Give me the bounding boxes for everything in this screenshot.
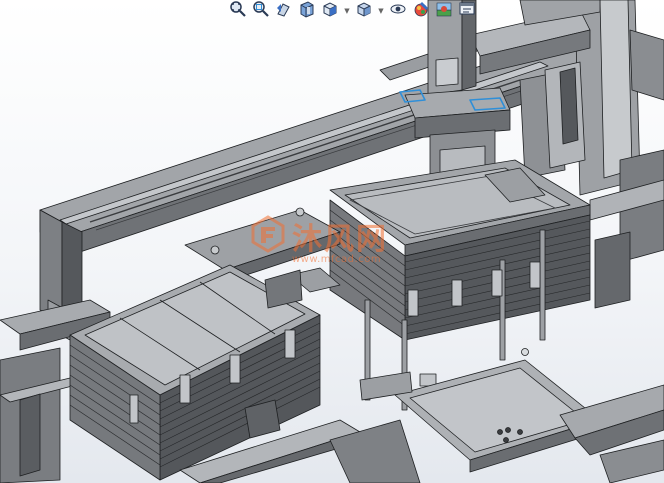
display-style-button[interactable] (354, 1, 374, 21)
hide-show-items-button[interactable] (388, 1, 408, 21)
display-style-icon (355, 0, 373, 22)
previous-view-icon (275, 0, 293, 22)
apply-scene-button[interactable] (434, 1, 454, 21)
section-view-icon (298, 0, 316, 22)
zoom-to-fit-button[interactable] (228, 1, 248, 21)
chevron-down-icon: ▼ (378, 7, 384, 15)
edit-appearance-button[interactable] (411, 1, 431, 21)
view-orientation-dropdown[interactable]: ▼ (343, 1, 351, 21)
view-orientation-button[interactable] (320, 1, 340, 21)
center-tray-stack (329, 159, 591, 411)
zoom-to-area-icon (252, 0, 270, 22)
assembly-model[interactable] (0, 0, 664, 483)
display-style-dropdown[interactable]: ▼ (377, 1, 385, 21)
chevron-down-icon: ▼ (344, 7, 350, 15)
apply-scene-icon (435, 0, 453, 22)
edit-appearance-icon (412, 0, 430, 22)
view-orientation-icon (321, 0, 339, 22)
zoom-to-fit-icon (229, 0, 247, 22)
heads-up-view-toolbar: ▼ ▼ (228, 0, 477, 22)
view-settings-button[interactable] (457, 1, 477, 21)
side-cylinder (519, 61, 586, 179)
zoom-to-area-button[interactable] (251, 1, 271, 21)
hide-show-icon (389, 0, 407, 22)
graphics-area[interactable]: ▼ ▼ 沐风网 www.mfcad.com (0, 0, 664, 483)
previous-view-button[interactable] (274, 1, 294, 21)
view-settings-icon (458, 0, 476, 22)
section-view-button[interactable] (297, 1, 317, 21)
